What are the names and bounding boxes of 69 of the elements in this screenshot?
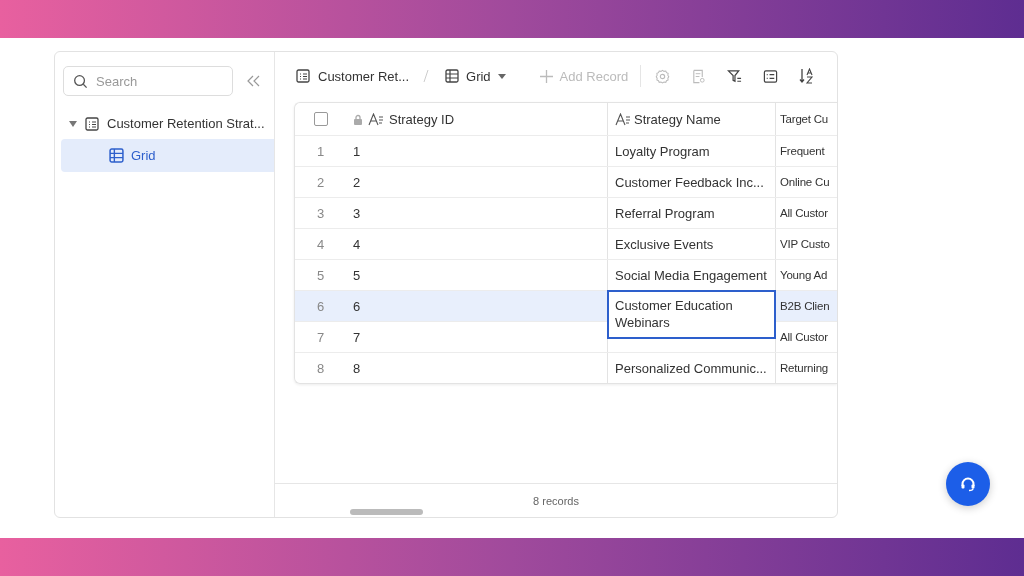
grid-icon: [445, 69, 460, 83]
table-cell: Customer Feedback Inc...: [615, 174, 764, 190]
select-all-checkbox[interactable]: [313, 112, 328, 126]
row-number: 8: [316, 360, 325, 376]
row-number: 3: [316, 205, 325, 221]
scrollbar-thumb[interactable]: [350, 509, 423, 515]
support-button[interactable]: [946, 462, 990, 506]
cell-editor-popover[interactable]: Customer Education Webinars: [607, 290, 776, 339]
table-cell: 2: [353, 174, 361, 190]
headset-icon: [960, 476, 976, 492]
row-number: 1: [316, 143, 325, 159]
table-cell: 8: [353, 360, 361, 376]
table-cell: 4: [353, 236, 361, 252]
record-count: 8 records: [533, 494, 579, 507]
separator-icon: [423, 69, 430, 83]
table-cell: Returning: [780, 362, 829, 374]
table-row[interactable]: 1 1 Loyalty Program Frequent: [295, 135, 837, 166]
grid-icon: [109, 148, 124, 163]
table-cell: Frequent: [780, 145, 825, 157]
table-cell: 1: [353, 143, 361, 159]
breadcrumb-link[interactable]: Customer Ret...: [296, 68, 410, 84]
table-cell: B2B Clien: [780, 300, 830, 312]
caret-icon: [69, 120, 77, 127]
tree-item[interactable]: Customer Retention Strat...: [55, 110, 274, 137]
table-cell: 6: [353, 298, 361, 314]
table-row[interactable]: 2 2 Customer Feedback Inc... Online Cu: [295, 166, 837, 197]
search-field[interactable]: Search: [63, 66, 233, 96]
text-field-icon: [615, 112, 631, 126]
table-row[interactable]: 8 8 Personalized Communic... Returning: [295, 352, 837, 383]
table-cell: Social Media Engagement: [615, 267, 767, 283]
table-cell: Online Cu: [780, 176, 830, 188]
column-header[interactable]: Strategy Name: [607, 103, 775, 135]
table-cell: All Custor: [780, 207, 828, 219]
table-cell: 3: [353, 205, 361, 221]
column-title: Strategy Name: [634, 111, 721, 127]
row-number: 4: [316, 236, 325, 252]
form-icon[interactable]: [691, 68, 707, 84]
plus-icon: [539, 69, 553, 83]
column-header[interactable]: Strategy ID: [346, 103, 607, 135]
table-cell: VIP Custo: [780, 238, 830, 250]
sort-icon[interactable]: [799, 68, 815, 84]
column-title: Strategy ID: [389, 111, 455, 127]
table-cell: Young Ad: [780, 269, 828, 281]
settings-icon[interactable]: [655, 68, 671, 84]
table-cell: 7: [353, 329, 361, 345]
row-number: 7: [316, 329, 325, 345]
lock-icon: [353, 113, 363, 125]
table-cell: Loyalty Program: [615, 143, 710, 159]
list-icon[interactable]: [763, 68, 779, 84]
collapse-icon[interactable]: [247, 75, 261, 87]
caret-icon: [497, 73, 506, 79]
table-cell: Referral Program: [615, 205, 715, 221]
view-dropdown[interactable]: Grid: [443, 65, 508, 87]
table-cell: All Custor: [780, 331, 828, 343]
table-icon: [85, 116, 99, 131]
row-number: 5: [316, 267, 325, 283]
table-row[interactable]: 3 3 Referral Program All Custor: [295, 197, 837, 228]
table-cell: Personalized Communic...: [615, 360, 767, 376]
table-cell: Exclusive Events: [615, 236, 714, 252]
filter-icon[interactable]: [727, 68, 743, 84]
table-icon: [296, 69, 310, 83]
text-field-icon: [368, 112, 384, 126]
tree-item[interactable]: Grid: [61, 139, 274, 172]
table-cell: 5: [353, 267, 361, 283]
column-header[interactable]: Target Cu: [775, 103, 837, 135]
table-row[interactable]: 4 4 Exclusive Events VIP Custo: [295, 228, 837, 259]
row-number: 6: [316, 298, 325, 314]
row-number: 2: [316, 174, 325, 190]
column-title: Target Cu: [780, 113, 829, 125]
